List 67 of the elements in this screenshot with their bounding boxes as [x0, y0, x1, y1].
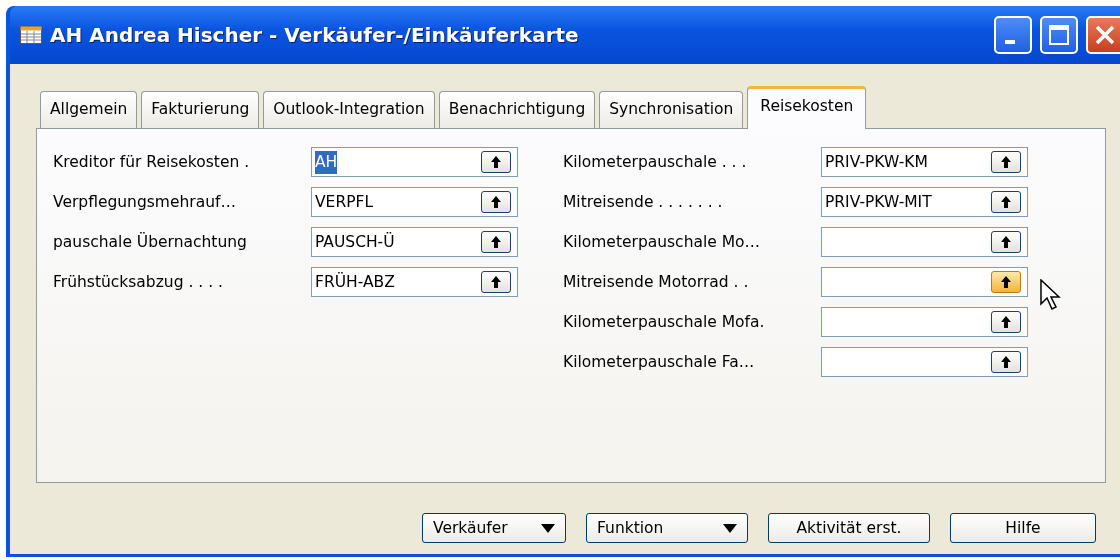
field-label: Mitreisende Motorrad . .: [563, 271, 750, 293]
up-arrow-icon: [1000, 235, 1012, 250]
input-field[interactable]: [821, 267, 1028, 298]
up-arrow-icon: [1000, 355, 1012, 370]
up-arrow-icon: [1000, 195, 1012, 210]
lookup-button[interactable]: [991, 271, 1021, 294]
lookup-button[interactable]: [991, 311, 1021, 334]
tab[interactable]: Allgemein: [40, 91, 138, 129]
field-value: FRÜH-ABZ: [315, 271, 395, 293]
button[interactable]: Hilfe: [950, 513, 1096, 544]
field-value: PRIV-PKW-KM: [825, 151, 928, 173]
maximize-icon: [1047, 23, 1071, 47]
input-field[interactable]: PAUSCH-Ü: [311, 227, 518, 258]
input-field[interactable]: PRIV-PKW-KM: [821, 147, 1028, 178]
maximize-button[interactable]: [1040, 16, 1078, 54]
lookup-button[interactable]: [991, 231, 1021, 254]
lookup-button[interactable]: [991, 351, 1021, 374]
caret-icon: [541, 523, 555, 533]
lookup-button[interactable]: [991, 151, 1021, 174]
field-label: Kreditor für Reisekosten .: [53, 151, 251, 173]
minimize-button[interactable]: [994, 16, 1032, 54]
field-label: Mitreisende . . . . . . .: [563, 191, 724, 213]
input-field[interactable]: [821, 227, 1028, 258]
lookup-button[interactable]: [481, 191, 511, 214]
close-button[interactable]: [1086, 16, 1120, 54]
caret-icon: [723, 523, 737, 533]
field-label: Verpflegungsmehrauf…: [53, 191, 237, 213]
button[interactable]: Aktivität erst.: [768, 513, 930, 544]
input-field[interactable]: VERPFL: [311, 187, 518, 218]
lookup-button[interactable]: [481, 271, 511, 294]
up-arrow-icon: [1000, 155, 1012, 170]
tab[interactable]: Synchronisation: [599, 91, 744, 129]
field-label: Kilometerpauschale . . .: [563, 151, 748, 173]
field-label: Kilometerpauschale Mo…: [563, 231, 762, 253]
field-value: AH: [315, 150, 338, 174]
tab[interactable]: Outlook-Integration: [263, 91, 435, 129]
field-label: Frühstücksabzug . . . .: [53, 271, 224, 293]
field-label: Kilometerpauschale Mofa.: [563, 311, 766, 333]
tab[interactable]: Benachrichtigung: [438, 91, 596, 129]
table-icon: [20, 26, 42, 44]
lookup-button[interactable]: [481, 151, 511, 174]
input-field[interactable]: FRÜH-ABZ: [311, 267, 518, 298]
up-arrow-icon: [1000, 275, 1012, 290]
up-arrow-icon: [1000, 315, 1012, 330]
cursor-icon: [1040, 279, 1062, 312]
input-field[interactable]: PRIV-PKW-MIT: [821, 187, 1028, 218]
up-arrow-icon: [490, 195, 502, 210]
tab[interactable]: Reisekosten: [747, 86, 867, 130]
dropdown-button[interactable]: Verkäufer: [422, 513, 566, 544]
input-field[interactable]: AH: [311, 147, 518, 178]
up-arrow-icon: [490, 275, 502, 290]
input-field[interactable]: [821, 307, 1028, 338]
tab[interactable]: Fakturierung: [141, 91, 260, 129]
dropdown-button[interactable]: Funktion: [586, 513, 748, 544]
input-field[interactable]: [821, 347, 1028, 378]
close-icon: [1093, 23, 1117, 47]
up-arrow-icon: [490, 235, 502, 250]
up-arrow-icon: [490, 155, 502, 170]
field-label: pauschale Übernachtung: [53, 231, 248, 253]
minimize-icon: [1005, 40, 1015, 44]
window-title: AH Andrea Hischer - Verkäufer-/Einkäuferkarte: [50, 22, 579, 49]
field-value: PAUSCH-Ü: [315, 231, 395, 253]
lookup-button[interactable]: [991, 191, 1021, 214]
field-value: VERPFL: [315, 191, 374, 213]
lookup-button[interactable]: [481, 231, 511, 254]
field-value: PRIV-PKW-MIT: [825, 191, 932, 213]
field-label: Kilometerpauschale Fa…: [563, 351, 756, 373]
